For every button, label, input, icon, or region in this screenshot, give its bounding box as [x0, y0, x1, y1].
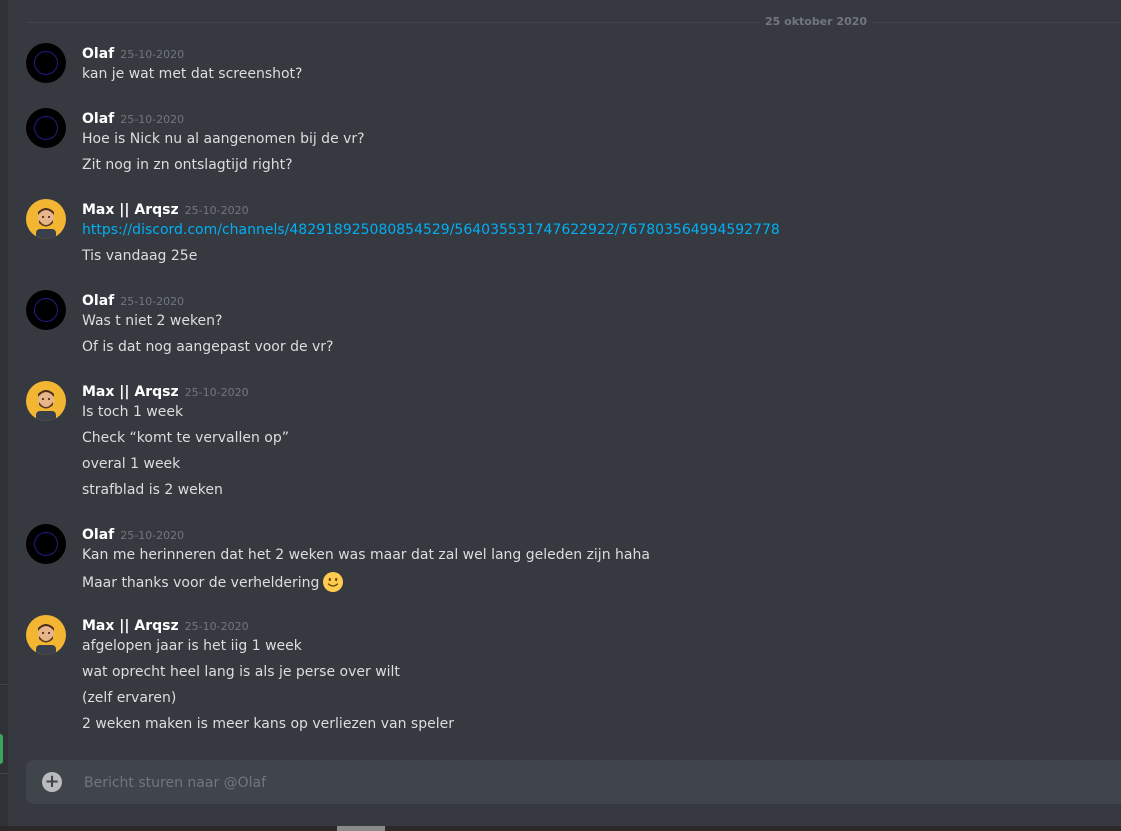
avatar[interactable]: [26, 43, 66, 83]
plus-circle-icon[interactable]: +: [42, 772, 62, 792]
sidebar-divider: [0, 773, 8, 774]
bitmoji-avatar-icon: [36, 624, 56, 655]
avatar-ring: [34, 298, 58, 322]
message-text: Zit nog in zn ontslagtijd right?: [82, 157, 293, 173]
message-text: strafblad is 2 weken: [82, 482, 223, 498]
avatar[interactable]: [26, 199, 66, 239]
date-divider: 25 oktober 2020: [760, 14, 873, 30]
avatar[interactable]: [26, 524, 66, 564]
timestamp: 25-10-2020: [120, 113, 185, 126]
avatar-ring: [34, 116, 58, 140]
message-header: Olaf 25-10-2020: [82, 43, 184, 65]
avatar[interactable]: [26, 381, 66, 421]
message-text: Of is dat nog aangepast voor de vr?: [82, 339, 334, 355]
active-server-indicator: [0, 734, 3, 764]
message-text-with-emoji: Maar thanks voor de verheldering: [82, 571, 344, 593]
message-text: Tis vandaag 25e: [82, 248, 198, 264]
message-text: Check “komt te vervallen op”: [82, 430, 290, 446]
author-name[interactable]: Max || Arqsz: [82, 618, 179, 634]
message-header: Max || Arqsz 25-10-2020: [82, 615, 249, 637]
bitmoji-avatar-icon: [36, 390, 56, 421]
message-composer: +: [26, 760, 1121, 806]
timestamp: 25-10-2020: [120, 295, 185, 308]
author-name[interactable]: Max || Arqsz: [82, 202, 179, 218]
message-text: Kan me herinneren dat het 2 weken was ma…: [82, 547, 650, 563]
message-text: Hoe is Nick nu al aangenomen bij de vr?: [82, 131, 365, 147]
timestamp: 25-10-2020: [184, 386, 249, 399]
avatar[interactable]: [26, 615, 66, 655]
author-name[interactable]: Max || Arqsz: [82, 384, 179, 400]
message-text: wat oprecht heel lang is als je perse ov…: [82, 664, 400, 680]
author-name[interactable]: Olaf: [82, 293, 114, 309]
message-header: Max || Arqsz 25-10-2020: [82, 199, 249, 221]
message-header: Max || Arqsz 25-10-2020: [82, 381, 249, 403]
avatar-ring: [34, 51, 58, 75]
slightly-smiling-face-icon[interactable]: [322, 571, 344, 593]
timestamp: 25-10-2020: [120, 529, 185, 542]
message-text: 2 weken maken is meer kans op verliezen …: [82, 716, 454, 732]
timestamp: 25-10-2020: [120, 48, 185, 61]
scroll-handle[interactable]: [337, 826, 385, 831]
author-name[interactable]: Olaf: [82, 46, 114, 62]
bitmoji-avatar-icon: [36, 208, 56, 239]
message-text: Maar thanks voor de verheldering: [82, 575, 320, 591]
author-name[interactable]: Olaf: [82, 111, 114, 127]
taskbar-edge: [0, 826, 1121, 831]
sidebar-divider: [0, 684, 8, 685]
date-divider-line: [26, 22, 1121, 23]
server-sidebar-strip: [0, 0, 8, 831]
timestamp: 25-10-2020: [184, 620, 249, 633]
avatar[interactable]: [26, 290, 66, 330]
message-text: Is toch 1 week: [82, 404, 184, 420]
message-header: Olaf 25-10-2020: [82, 290, 184, 312]
message-text: kan je wat met dat screenshot?: [82, 66, 303, 82]
message-header: Olaf 25-10-2020: [82, 524, 184, 546]
message-text: overal 1 week: [82, 456, 181, 472]
message-header: Olaf 25-10-2020: [82, 108, 184, 130]
message-text: (zelf ervaren): [82, 690, 177, 706]
message-link[interactable]: https://discord.com/channels/48291892508…: [82, 220, 780, 240]
avatar-ring: [34, 532, 58, 556]
timestamp: 25-10-2020: [184, 204, 249, 217]
message-text: afgelopen jaar is het iig 1 week: [82, 638, 302, 654]
message-input[interactable]: [82, 760, 1086, 806]
author-name[interactable]: Olaf: [82, 527, 114, 543]
avatar[interactable]: [26, 108, 66, 148]
message-text: Was t niet 2 weken?: [82, 313, 223, 329]
